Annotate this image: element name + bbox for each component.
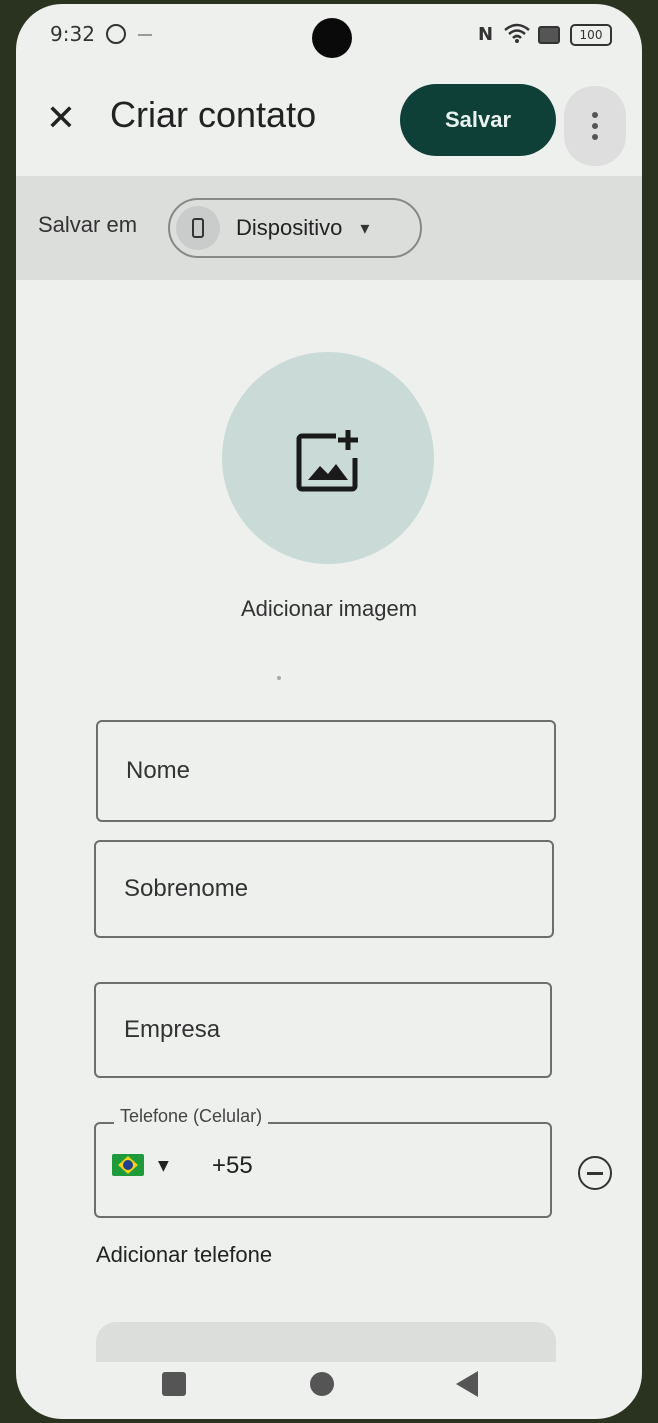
company-field[interactable]: Empresa: [94, 982, 552, 1078]
save-location-label: Salvar em: [38, 212, 138, 237]
last-name-field[interactable]: Sobrenome: [94, 840, 554, 938]
phone-field-label: Telefone (Celular): [114, 1106, 269, 1127]
wifi-icon: [504, 23, 530, 43]
add-phone-button[interactable]: Adicionar telefone: [96, 1242, 272, 1268]
dash-icon: [138, 34, 152, 36]
brazil-flag-icon[interactable]: [112, 1154, 144, 1176]
device-frame: 9:32 N 100 ✕ Criar contato Salvar Salvar…: [0, 0, 658, 1423]
close-button[interactable]: ✕: [40, 92, 82, 144]
screen: 9:32 N 100 ✕ Criar contato Salvar Salvar…: [16, 4, 642, 1419]
add-image-label: Adicionar imagem: [240, 596, 418, 621]
remove-circle-icon: [587, 1171, 603, 1175]
save-location-value: Dispositivo: [236, 215, 343, 240]
page-title: Criar contato: [110, 94, 317, 135]
add-photo-icon: [296, 430, 358, 492]
country-dropdown-icon[interactable]: ▼: [158, 1158, 169, 1174]
save-button[interactable]: Salvar: [400, 84, 556, 156]
more-vert-icon: [592, 112, 598, 118]
sync-icon: [106, 24, 126, 44]
nfc-icon: N: [478, 24, 494, 45]
close-icon: ✕: [45, 97, 77, 139]
remove-phone-button[interactable]: [578, 1156, 612, 1190]
more-options-button[interactable]: [564, 86, 626, 166]
sim-icon: [538, 26, 560, 44]
battery-icon: 100: [570, 24, 612, 46]
camera-cutout: [312, 18, 352, 58]
bottom-sheet-edge: [96, 1322, 556, 1362]
recents-button[interactable]: [162, 1372, 186, 1396]
phone-device-icon: [176, 206, 220, 250]
back-button[interactable]: [456, 1371, 478, 1397]
first-name-field[interactable]: Nome: [96, 720, 556, 822]
save-location-dropdown[interactable]: Dispositivo ▾: [168, 198, 422, 258]
home-button[interactable]: [310, 1372, 334, 1396]
status-time: 9:32: [50, 22, 95, 46]
dot: [277, 676, 281, 680]
chevron-down-icon: ▾: [360, 217, 370, 239]
phone-value[interactable]: +55: [212, 1152, 253, 1180]
